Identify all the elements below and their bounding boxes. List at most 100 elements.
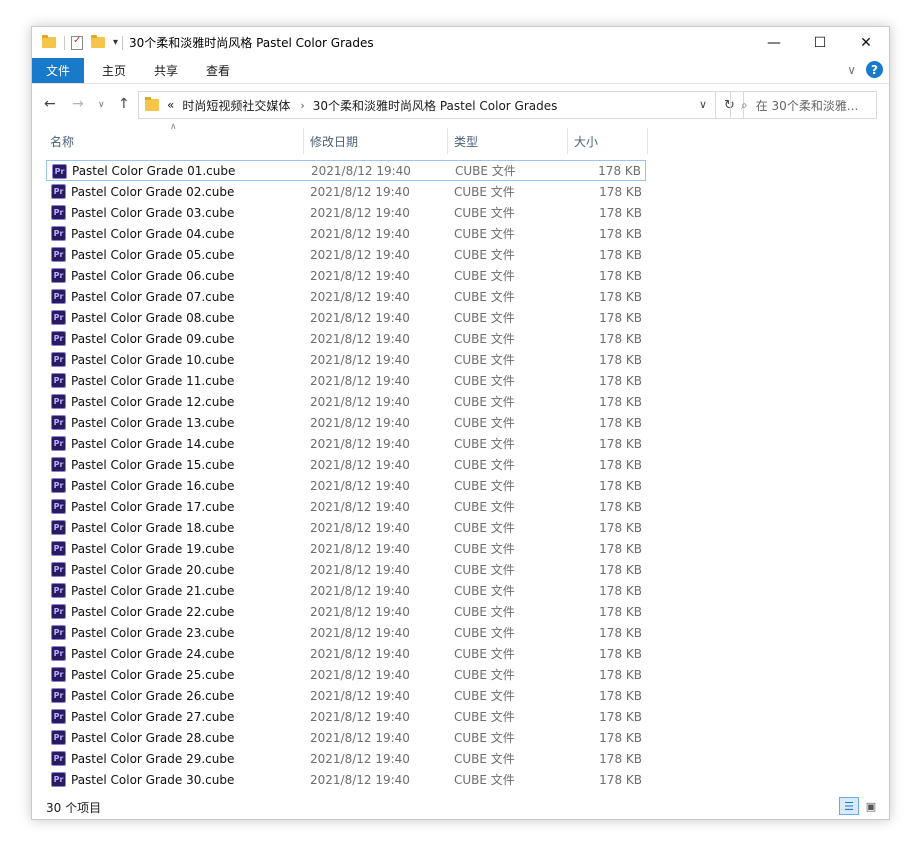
file-row[interactable]: Pr Pastel Color Grade 01.cube 2021/8/12 19… (46, 160, 646, 181)
large-icons-view-button[interactable]: ▣ (861, 797, 881, 815)
file-date: 2021/8/12 19:40 (310, 751, 410, 766)
file-row[interactable]: Pr Pastel Color Grade 30.cube 2021/8/12 19… (46, 769, 646, 790)
details-view-icon: ☰ (844, 799, 854, 813)
file-row[interactable]: Pr Pastel Color Grade 20.cube 2021/8/12 19… (46, 559, 646, 580)
details-view-button[interactable]: ☰ (839, 797, 859, 815)
quick-access-toolbar: ▾ (32, 27, 129, 58)
help-icon[interactable]: ? (866, 61, 883, 78)
premiere-file-icon: Pr (51, 625, 66, 640)
premiere-file-icon: Pr (51, 751, 66, 766)
title-bar: ▾ 30个柔和淡雅时尚风格 Pastel Color Grades — ☐ ✕ (32, 27, 889, 58)
file-list: Pr Pastel Color Grade 01.cube 2021/8/12 19… (46, 160, 646, 790)
column-header-date[interactable]: 修改日期 (304, 128, 448, 154)
file-date: 2021/8/12 19:40 (310, 184, 410, 199)
chevron-down-icon[interactable]: ∨ (699, 98, 707, 111)
file-row[interactable]: Pr Pastel Color Grade 27.cube 2021/8/12 19… (46, 706, 646, 727)
file-row[interactable]: Pr Pastel Color Grade 29.cube 2021/8/12 19… (46, 748, 646, 769)
file-row[interactable]: Pr Pastel Color Grade 14.cube 2021/8/12 19… (46, 433, 646, 454)
file-row[interactable]: Pr Pastel Color Grade 10.cube 2021/8/12 19… (46, 349, 646, 370)
file-row[interactable]: Pr Pastel Color Grade 05.cube 2021/8/12 19… (46, 244, 646, 265)
file-type: CUBE 文件 (454, 458, 515, 472)
file-name: Pastel Color Grade 19.cube (71, 541, 235, 556)
file-row[interactable]: Pr Pastel Color Grade 17.cube 2021/8/12 19… (46, 496, 646, 517)
premiere-file-icon: Pr (51, 688, 66, 703)
file-row[interactable]: Pr Pastel Color Grade 03.cube 2021/8/12 19… (46, 202, 646, 223)
folder-icon[interactable] (42, 35, 56, 48)
search-box[interactable]: ⌕ 在 30个柔和淡雅... (730, 91, 877, 119)
premiere-file-icon: Pr (52, 164, 67, 179)
file-row[interactable]: Pr Pastel Color Grade 23.cube 2021/8/12 19… (46, 622, 646, 643)
file-type: CUBE 文件 (454, 689, 515, 703)
file-row[interactable]: Pr Pastel Color Grade 09.cube 2021/8/12 19… (46, 328, 646, 349)
column-header-size[interactable]: 大小 (568, 128, 648, 154)
folder-icon (145, 97, 159, 111)
properties-icon[interactable] (71, 35, 83, 50)
expand-ribbon-chevron-icon[interactable]: ∨ (847, 63, 856, 77)
tab-view[interactable]: 查看 (192, 58, 244, 83)
file-row[interactable]: Pr Pastel Color Grade 15.cube 2021/8/12 19… (46, 454, 646, 475)
search-placeholder: 在 30个柔和淡雅... (755, 98, 859, 113)
file-row[interactable]: Pr Pastel Color Grade 13.cube 2021/8/12 19… (46, 412, 646, 433)
file-date: 2021/8/12 19:40 (310, 604, 410, 619)
premiere-file-icon: Pr (51, 499, 66, 514)
column-header-name[interactable]: 名称 (44, 128, 304, 154)
file-row[interactable]: Pr Pastel Color Grade 08.cube 2021/8/12 19… (46, 307, 646, 328)
file-row[interactable]: Pr Pastel Color Grade 26.cube 2021/8/12 19… (46, 685, 646, 706)
breadcrumb-overflow[interactable]: « (167, 98, 174, 112)
maximize-button[interactable]: ☐ (797, 27, 843, 58)
file-date: 2021/8/12 19:40 (310, 436, 410, 451)
address-bar[interactable]: « 时尚短视频社交媒体 › 30个柔和淡雅时尚风格 Pastel Color G… (138, 91, 716, 119)
ribbon-tabs: 文件 主页 共享 查看 ∨ ? (32, 58, 889, 84)
file-name: Pastel Color Grade 09.cube (71, 331, 235, 346)
file-row[interactable]: Pr Pastel Color Grade 04.cube 2021/8/12 19… (46, 223, 646, 244)
file-type: CUBE 文件 (454, 185, 515, 199)
ribbon-right: ∨ ? (847, 61, 883, 78)
breadcrumb-item-current[interactable]: 30个柔和淡雅时尚风格 Pastel Color Grades (313, 97, 558, 114)
tab-file[interactable]: 文件 (32, 58, 85, 83)
breadcrumb-item[interactable]: 时尚短视频社交媒体 (182, 97, 290, 114)
file-date: 2021/8/12 19:40 (310, 457, 410, 472)
back-arrow-icon[interactable]: ← (44, 96, 56, 112)
close-button[interactable]: ✕ (843, 27, 889, 58)
up-arrow-icon[interactable]: ↑ (118, 96, 130, 112)
file-row[interactable]: Pr Pastel Color Grade 22.cube 2021/8/12 19… (46, 601, 646, 622)
file-name: Pastel Color Grade 18.cube (71, 520, 235, 535)
new-folder-icon[interactable] (91, 35, 105, 48)
recent-locations-chevron-icon[interactable]: ∨ (98, 100, 105, 110)
tab-share[interactable]: 共享 (140, 58, 192, 83)
customize-toolbar-chevron-icon[interactable]: ▾ (113, 37, 118, 48)
file-date: 2021/8/12 19:40 (310, 247, 410, 262)
file-row[interactable]: Pr Pastel Color Grade 28.cube 2021/8/12 19… (46, 727, 646, 748)
file-row[interactable]: Pr Pastel Color Grade 18.cube 2021/8/12 19… (46, 517, 646, 538)
file-row[interactable]: Pr Pastel Color Grade 12.cube 2021/8/12 19… (46, 391, 646, 412)
file-row[interactable]: Pr Pastel Color Grade 24.cube 2021/8/12 19… (46, 643, 646, 664)
file-row[interactable]: Pr Pastel Color Grade 25.cube 2021/8/12 19… (46, 664, 646, 685)
file-row[interactable]: Pr Pastel Color Grade 06.cube 2021/8/12 19… (46, 265, 646, 286)
premiere-file-icon: Pr (51, 457, 66, 472)
file-date: 2021/8/12 19:40 (310, 625, 410, 640)
file-row[interactable]: Pr Pastel Color Grade 11.cube 2021/8/12 19… (46, 370, 646, 391)
file-name: Pastel Color Grade 15.cube (71, 457, 235, 472)
file-size: 178 KB (599, 247, 642, 262)
file-row[interactable]: Pr Pastel Color Grade 07.cube 2021/8/12 19… (46, 286, 646, 307)
file-row[interactable]: Pr Pastel Color Grade 19.cube 2021/8/12 19… (46, 538, 646, 559)
chevron-right-icon[interactable]: › (300, 99, 304, 112)
forward-arrow-icon[interactable]: → (72, 96, 84, 112)
premiere-file-icon: Pr (51, 772, 66, 787)
file-size: 178 KB (599, 226, 642, 241)
file-date: 2021/8/12 19:40 (310, 352, 410, 367)
file-date: 2021/8/12 19:40 (310, 688, 410, 703)
minimize-button[interactable]: — (751, 27, 797, 58)
file-date: 2021/8/12 19:40 (310, 541, 410, 556)
file-type: CUBE 文件 (454, 710, 515, 724)
tab-home[interactable]: 主页 (88, 58, 140, 83)
file-row[interactable]: Pr Pastel Color Grade 16.cube 2021/8/12 19… (46, 475, 646, 496)
file-row[interactable]: Pr Pastel Color Grade 02.cube 2021/8/12 19… (46, 181, 646, 202)
file-size: 178 KB (599, 205, 642, 220)
file-row[interactable]: Pr Pastel Color Grade 21.cube 2021/8/12 19… (46, 580, 646, 601)
file-date: 2021/8/12 19:40 (310, 562, 410, 577)
file-name: Pastel Color Grade 27.cube (71, 709, 235, 724)
file-type: CUBE 文件 (454, 542, 515, 556)
column-header-type[interactable]: 类型 (448, 128, 568, 154)
file-type: CUBE 文件 (454, 731, 515, 745)
